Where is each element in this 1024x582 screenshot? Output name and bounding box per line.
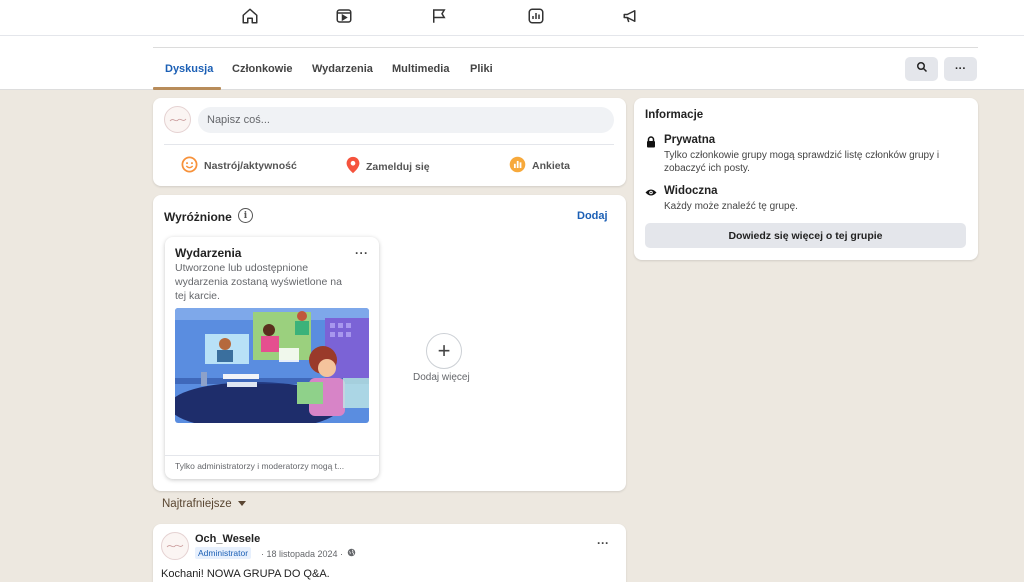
events-card-footer: Tylko administratorzy i moderatorzy mogą…	[175, 461, 345, 471]
featured-add-link[interactable]: Dodaj	[577, 210, 608, 222]
learn-more-button[interactable]: Dowiedz się więcej o tej grupie	[645, 223, 966, 248]
divider	[165, 455, 379, 456]
tab-discussion[interactable]: Dyskusja	[165, 63, 213, 75]
tab-members[interactable]: Członkowie	[232, 63, 293, 75]
chart-icon[interactable]	[523, 5, 549, 27]
tab-media[interactable]: Multimedia	[392, 63, 449, 75]
location-pin-icon	[346, 156, 360, 177]
caret-down-icon	[237, 498, 246, 510]
group-info-card: Informacje Prywatna Tylko członkowie gru…	[634, 98, 978, 260]
post-author[interactable]: Och_Wesele	[195, 533, 260, 545]
events-card-title: Wydarzenia	[175, 246, 242, 260]
visibility-description: Każdy może znaleźć tę grupę.	[664, 201, 798, 212]
tab-events[interactable]: Wydarzenia	[312, 63, 373, 75]
composer-input[interactable]: Napisz coś...	[198, 107, 614, 133]
avatar[interactable]	[164, 106, 191, 133]
featured-section: Wyróżnione i Dodaj Wydarzenia ··· Utworz…	[153, 195, 626, 491]
more-options-button[interactable]: ···	[944, 57, 977, 81]
check-in-button[interactable]: Zamelduj się	[346, 156, 430, 177]
globe-icon	[347, 548, 356, 559]
post-date-label: · 18 listopada 2024 ·	[261, 548, 344, 559]
events-illustration	[175, 308, 369, 423]
poll-label: Ankieta	[532, 160, 570, 172]
events-card-description: Utworzone lub udostępnione wydarzenia zo…	[175, 262, 342, 302]
visibility-title: Widoczna	[664, 185, 718, 197]
sort-label: Najtrafniejsze	[162, 498, 232, 510]
check-in-label: Zamelduj się	[366, 160, 430, 173]
add-more-button[interactable]: +	[426, 333, 462, 369]
divider	[164, 144, 614, 145]
divider	[153, 47, 978, 48]
privacy-description: Tylko członkowie grupy mogą sprawdzić li…	[664, 150, 940, 174]
info-icon[interactable]: i	[238, 208, 253, 223]
home-icon[interactable]	[237, 5, 263, 27]
avatar[interactable]	[161, 532, 189, 560]
megaphone-icon[interactable]	[618, 5, 644, 27]
sort-dropdown[interactable]: Najtrafniejsze	[162, 498, 246, 510]
feeling-activity-label: Nastrój/aktywność	[204, 160, 297, 172]
poll-icon	[509, 156, 526, 176]
feeling-activity-button[interactable]: Nastrój/aktywność	[181, 156, 297, 176]
admin-badge: Administrator	[195, 547, 252, 559]
post-text: Kochani! NOWA GRUPA DO Q&A.	[161, 568, 330, 580]
video-icon[interactable]	[331, 5, 357, 27]
tab-files[interactable]: Pliki	[470, 63, 493, 75]
privacy-title: Prywatna	[664, 134, 716, 146]
flag-icon[interactable]	[426, 5, 452, 27]
events-card-more-button[interactable]: ···	[355, 246, 369, 260]
active-tab-indicator	[153, 87, 221, 90]
smiley-icon	[181, 156, 198, 176]
poll-button[interactable]: Ankieta	[509, 156, 570, 176]
post-card: Och_Wesele Administrator · 18 listopada …	[153, 524, 626, 582]
featured-title: Wyróżnione	[164, 210, 232, 224]
events-featured-card[interactable]: Wydarzenia ··· Utworzone lub udostępnion…	[165, 237, 379, 479]
top-navigation	[0, 0, 1024, 36]
search-button[interactable]	[905, 57, 938, 81]
info-title: Informacje	[645, 109, 704, 121]
post-composer: Napisz coś... Nastrój/aktywność Zamelduj…	[153, 98, 626, 186]
add-more-label: Dodaj więcej	[413, 372, 470, 383]
search-icon	[916, 60, 928, 78]
group-tab-bar: Dyskusja Członkowie Wydarzenia Multimedi…	[0, 36, 1024, 90]
lock-icon	[645, 136, 657, 148]
post-more-button[interactable]: ···	[597, 536, 609, 550]
post-timestamp[interactable]: · 18 listopada 2024 ·	[261, 548, 356, 559]
eye-icon	[645, 186, 657, 198]
